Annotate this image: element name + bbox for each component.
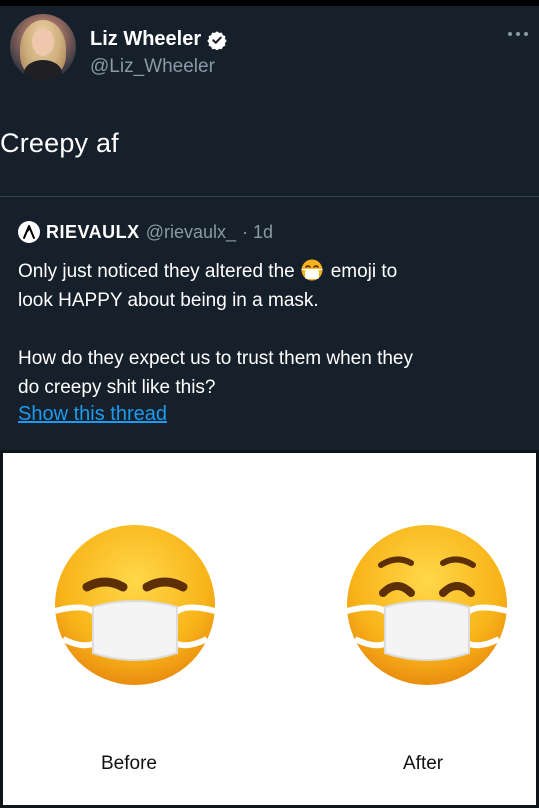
quoted-line-1a: Only just noticed they altered the: [18, 261, 295, 282]
quoted-tweet[interactable]: RIEVAULX @rievaulx_ · 1d Only just notic…: [0, 196, 539, 450]
author-display-name[interactable]: Liz Wheeler: [90, 28, 201, 51]
masked-face-emoji-before-icon: [54, 525, 216, 685]
masked-face-emoji-after-icon: [346, 525, 508, 685]
quoted-line-3: How do they expect us to trust them when…: [18, 348, 413, 369]
rievaulx-logo-icon: [23, 225, 35, 239]
author-avatar[interactable]: [10, 14, 76, 80]
top-edge: [0, 0, 539, 6]
face-with-medical-mask-icon: [301, 259, 323, 281]
author-name-row[interactable]: Liz Wheeler: [90, 28, 227, 51]
more-options-icon[interactable]: [507, 30, 529, 38]
quoted-line-2: look HAPPY about being in a mask.: [18, 290, 319, 311]
tweet-screen: Liz Wheeler @Liz_Wheeler Creepy af RIEVA…: [0, 0, 539, 808]
quoted-tweet-text: Only just noticed they altered the emoji…: [18, 257, 518, 402]
tweet-header: Liz Wheeler @Liz_Wheeler: [10, 14, 539, 94]
quoted-line-4: do creepy shit like this?: [18, 377, 216, 398]
quoted-author-name[interactable]: RIEVAULX: [46, 222, 140, 243]
before-caption: Before: [101, 753, 157, 774]
quoted-tweet-time[interactable]: · 1d: [242, 222, 273, 243]
author-handle[interactable]: @Liz_Wheeler: [90, 56, 215, 78]
tweet-text: Creepy af: [0, 128, 119, 158]
after-caption: After: [403, 753, 444, 774]
quoted-author-avatar[interactable]: [18, 221, 40, 243]
quoted-line-1b: emoji to: [330, 261, 398, 282]
show-thread-link[interactable]: Show this thread: [18, 403, 167, 426]
verified-badge-icon: [207, 30, 227, 50]
media-image[interactable]: Before After: [0, 450, 539, 808]
quoted-author-handle[interactable]: @rievaulx_: [146, 222, 236, 243]
quoted-tweet-header: RIEVAULX @rievaulx_ · 1d: [18, 221, 273, 243]
